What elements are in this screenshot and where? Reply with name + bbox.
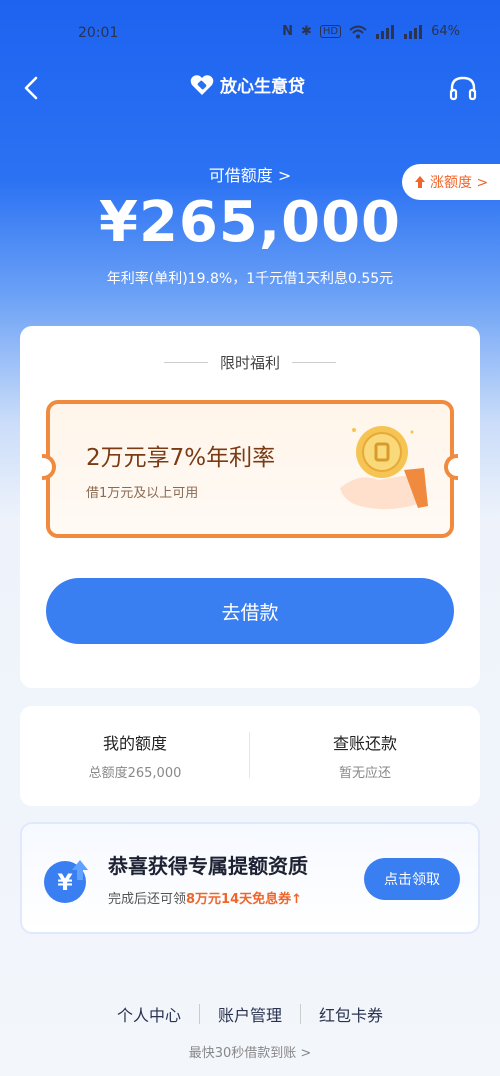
arrow-up-icon: ↑ [291, 892, 303, 907]
status-icons: N ✱ HD 64% [282, 24, 460, 39]
promo-sub-highlight: 8万元14天免息券 [186, 892, 292, 907]
signal-icon-2 [404, 24, 423, 39]
signal-icon [376, 24, 395, 39]
promo-sub-prefix: 完成后还可领 [108, 892, 187, 907]
borrow-button[interactable]: 去借款 [46, 578, 454, 644]
wifi-icon [349, 25, 367, 38]
footer-note[interactable]: 最快30秒借款到账 > [0, 1042, 500, 1061]
claim-button[interactable]: 点击领取 [364, 858, 460, 900]
my-limit-sub: 总额度265,000 [88, 766, 182, 781]
customer-service-button[interactable] [448, 74, 478, 104]
divider [292, 362, 336, 363]
interest-rate-info: 年利率(单利)19.8%，1千元借1天利息0.55元 [106, 271, 394, 287]
hand-coin-icon [340, 426, 428, 510]
nfc-icon: N [282, 24, 293, 39]
arrow-up-icon [415, 176, 425, 188]
svg-text:¥: ¥ [57, 871, 73, 896]
my-limit-entry[interactable]: 我的额度 总额度265,000 [20, 730, 250, 781]
raise-limit-label: 涨额度 > [430, 175, 489, 191]
raise-limit-button[interactable]: 涨额度 > [402, 164, 500, 200]
status-bar: 20:01 N ✱ HD 64% [0, 0, 500, 60]
coupon-title: 2万元享7%年利率 [86, 445, 276, 471]
my-limit-title: 我的额度 [102, 734, 167, 753]
benefit-title: 限时福利 [219, 354, 280, 372]
back-button[interactable] [18, 72, 46, 104]
promo-subtitle: 完成后还可领8万元14天免息券↑ [108, 888, 302, 907]
footer-link-personal-center[interactable]: 个人中心 [99, 1002, 199, 1026]
heart-logo-icon [190, 74, 214, 95]
battery-level: 64% [431, 24, 460, 39]
footer-links: 个人中心 账户管理 红包卡券 [0, 1002, 500, 1026]
app-title: 放心生意贷 [220, 77, 305, 97]
benefit-title-row: 限时福利 [20, 352, 480, 373]
coupon-subtitle: 借1万元及以上可用 [86, 486, 199, 501]
hd-icon: HD [319, 25, 342, 38]
divider [163, 362, 208, 363]
coupon-notch-left [42, 454, 56, 480]
bill-repay-entry[interactable]: 查账还款 暂无应还 [250, 730, 480, 781]
headset-icon [449, 76, 477, 101]
chevron-left-icon [24, 76, 38, 100]
bill-repay-title: 查账还款 [332, 734, 397, 753]
rate-coupon-card[interactable]: 2万元享7%年利率 借1万元及以上可用 [42, 400, 458, 538]
promo-card: ¥ 恭喜获得专属提额资质 完成后还可领8万元14天免息券↑ 点击领取 [20, 822, 480, 934]
benefit-card: 限时福利 2万元享7%年利率 借1万元及以上可用 去借款 [20, 326, 480, 688]
coupon-notch-right [444, 454, 458, 480]
promo-title: 恭喜获得专属提额资质 [108, 854, 308, 878]
bill-repay-sub: 暂无应还 [338, 766, 391, 781]
status-time: 20:01 [78, 25, 119, 41]
quick-actions-card: 我的额度 总额度265,000 查账还款 暂无应还 [20, 706, 480, 806]
footer-link-account-management[interactable]: 账户管理 [200, 1002, 300, 1026]
yuan-upgrade-icon: ¥ [44, 860, 88, 903]
footer-link-coupons[interactable]: 红包卡券 [301, 1002, 401, 1026]
header-title: 放心生意贷 [190, 72, 305, 97]
bluetooth-icon: ✱ [300, 24, 312, 39]
